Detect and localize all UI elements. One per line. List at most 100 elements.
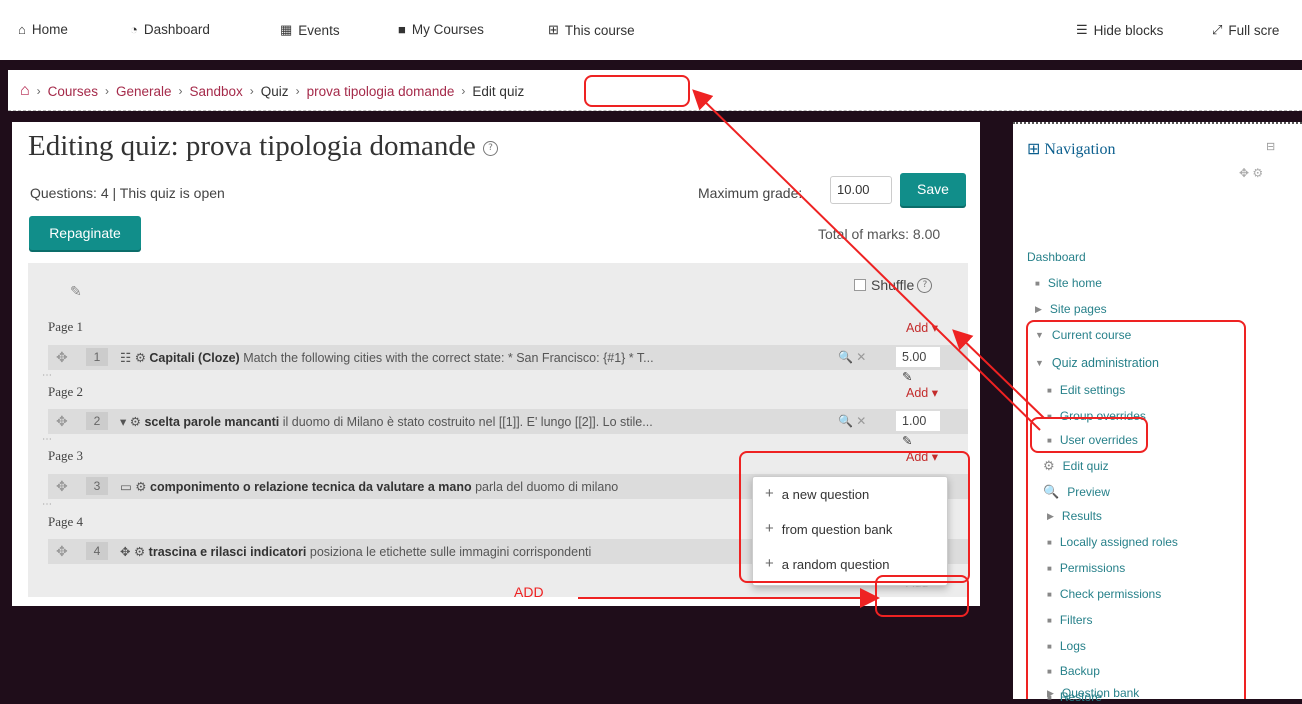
- essay-icon: ▭: [120, 480, 132, 494]
- quiz-info: Questions: 4 | This quiz is open: [30, 185, 225, 201]
- block-actions[interactable]: ✥ ⚙: [1239, 166, 1263, 180]
- annotation-box-quiz-administration: [1026, 320, 1246, 699]
- edit-pencil-icon[interactable]: ✎: [70, 283, 82, 300]
- annotation-add-label: ADD: [514, 584, 544, 600]
- question-row: ✥ 1 ☷ ⚙ Capitali (Cloze) Match the follo…: [48, 345, 968, 384]
- question-actions[interactable]: 🔍 ✕: [838, 350, 866, 364]
- breadcrumb: ⌂ › Courses › Generale › Sandbox › Quiz …: [20, 82, 524, 100]
- gear-icon: ⚙: [133, 545, 146, 559]
- breadcrumb-separator: ›: [36, 84, 41, 98]
- question-name: Capitali (Cloze): [149, 351, 240, 365]
- delete-icon[interactable]: ✕: [856, 414, 866, 428]
- full-screen-button[interactable]: ⤢ Full scre: [1212, 22, 1279, 38]
- bullet-icon: ■: [1035, 278, 1040, 288]
- save-button[interactable]: Save: [900, 173, 966, 206]
- shuffle-checkbox[interactable]: [854, 279, 866, 291]
- arrow-right-icon: ▶: [1035, 303, 1042, 314]
- page-title-text: Editing quiz: prova tipologia domande: [28, 130, 476, 162]
- gear-icon[interactable]: ⚙: [1252, 166, 1263, 180]
- hide-blocks-button[interactable]: ☰ Hide blocks: [1076, 22, 1163, 38]
- nav-item-dashboard[interactable]: Dashboard: [1027, 250, 1086, 264]
- nav-item-label: Site home: [1047, 276, 1102, 290]
- shuffle-label: Shuffle: [871, 277, 915, 293]
- question-summary: posiziona le etichette sulle immagini co…: [309, 545, 592, 559]
- question-actions[interactable]: 🔍 ✕: [838, 414, 866, 428]
- drag-drop-icon: ✥: [120, 545, 131, 559]
- nav-events-label: Events: [298, 22, 340, 38]
- shuffle-toggle[interactable]: Shuffle ?: [854, 277, 933, 293]
- move-icon[interactable]: ✥: [56, 543, 68, 560]
- add-menu-trigger[interactable]: Add ▾: [906, 320, 938, 335]
- page-break-icon[interactable]: ⋯: [42, 434, 52, 445]
- briefcase-icon: ■: [398, 22, 406, 37]
- gear-icon: ⚙: [135, 480, 147, 494]
- breadcrumb-quiz[interactable]: Quiz: [261, 84, 289, 99]
- breadcrumb-generale[interactable]: Generale: [116, 84, 172, 99]
- nav-dashboard[interactable]: ◔ Dashboard: [130, 22, 210, 37]
- question-mark-value: 1.00: [902, 414, 927, 428]
- nav-item-site-pages[interactable]: ▶ Site pages: [1035, 302, 1107, 316]
- expand-icon: ⤢: [1212, 22, 1223, 37]
- calendar-icon: ▦: [280, 22, 293, 37]
- move-icon[interactable]: ✥: [56, 413, 68, 430]
- nav-item-site-home[interactable]: ■ Site home: [1035, 276, 1102, 290]
- nav-this-course[interactable]: ⊞ This course: [548, 22, 635, 38]
- move-icon[interactable]: ✥: [56, 349, 68, 366]
- nav-events[interactable]: ▦ Events: [280, 22, 340, 38]
- question-text[interactable]: ▾ ⚙ scelta parole mancanti il duomo di M…: [120, 414, 653, 429]
- add-label: Add: [906, 321, 929, 335]
- question-text[interactable]: ☷ ⚙ Capitali (Cloze) Match the following…: [120, 350, 654, 365]
- question-text[interactable]: ✥ ⚙ trascina e rilasci indicatori posizi…: [120, 544, 591, 559]
- help-icon[interactable]: ?: [917, 277, 933, 293]
- breadcrumb-quiz-name[interactable]: prova tipologia domande: [307, 84, 455, 99]
- nav-home[interactable]: ⌂ Home: [18, 22, 68, 37]
- page-break-icon[interactable]: ⋯: [42, 499, 52, 510]
- question-name: scelta parole mancanti: [144, 415, 280, 429]
- question-mark-value: 5.00: [902, 350, 927, 364]
- navigation-title-text: Navigation: [1044, 141, 1116, 158]
- navigation-title: ⊞ Navigation: [1027, 139, 1116, 159]
- dropdown-question-icon: ▾: [120, 415, 127, 429]
- total-marks: Total of marks: 8.00: [818, 226, 941, 242]
- preview-icon[interactable]: 🔍: [838, 414, 853, 428]
- question-mark[interactable]: 5.00 ✎: [896, 347, 940, 384]
- full-screen-label: Full scre: [1228, 22, 1280, 38]
- page-break-icon[interactable]: ⋯: [42, 370, 52, 381]
- breadcrumb-courses[interactable]: Courses: [48, 84, 98, 99]
- breadcrumb-current: Edit quiz: [472, 83, 525, 99]
- page-label: Page 2: [48, 384, 84, 399]
- annotation-box-breadcrumb: [584, 75, 690, 107]
- question-name: componimento o relazione tecnica da valu…: [150, 480, 472, 494]
- home-icon[interactable]: ⌂: [20, 82, 30, 100]
- help-icon[interactable]: ?: [483, 140, 499, 156]
- nav-my-courses[interactable]: ■ My Courses: [398, 22, 484, 37]
- breadcrumb-separator: ›: [295, 84, 300, 98]
- question-number: 1: [86, 348, 108, 366]
- collapse-icon[interactable]: ⊟: [1266, 141, 1275, 153]
- nav-my-courses-label: My Courses: [411, 22, 484, 37]
- block-controls[interactable]: ⊟: [1266, 140, 1275, 153]
- breadcrumb-sandbox[interactable]: Sandbox: [190, 84, 243, 99]
- move-icon[interactable]: ✥: [1239, 166, 1249, 180]
- question-text[interactable]: ▭ ⚙ componimento o relazione tecnica da …: [120, 479, 618, 494]
- sitemap-icon: ⊞: [1027, 141, 1041, 158]
- edit-pencil-icon[interactable]: ✎: [902, 434, 912, 448]
- nav-this-course-label: This course: [564, 22, 635, 38]
- breadcrumb-separator: ›: [104, 84, 109, 98]
- add-menu-trigger[interactable]: Add ▾: [906, 385, 938, 400]
- move-icon[interactable]: ✥: [56, 478, 68, 495]
- cloze-icon: ☷: [120, 351, 132, 365]
- question-mark[interactable]: 1.00 ✎: [896, 411, 940, 448]
- question-summary: il duomo di Milano è stato costruito nel…: [282, 415, 653, 429]
- gear-icon: ⚙: [129, 415, 141, 429]
- annotation-box-add: [875, 575, 969, 617]
- preview-icon[interactable]: 🔍: [838, 350, 853, 364]
- max-grade-input[interactable]: 10.00: [830, 176, 892, 204]
- question-number: 3: [86, 477, 108, 495]
- delete-icon[interactable]: ✕: [856, 350, 866, 364]
- repaginate-button[interactable]: Repaginate: [29, 216, 141, 250]
- dashboard-icon: ◔: [130, 22, 138, 37]
- edit-pencil-icon[interactable]: ✎: [902, 370, 912, 384]
- nav-dashboard-label: Dashboard: [143, 22, 210, 37]
- sitemap-icon: ⊞: [548, 22, 559, 37]
